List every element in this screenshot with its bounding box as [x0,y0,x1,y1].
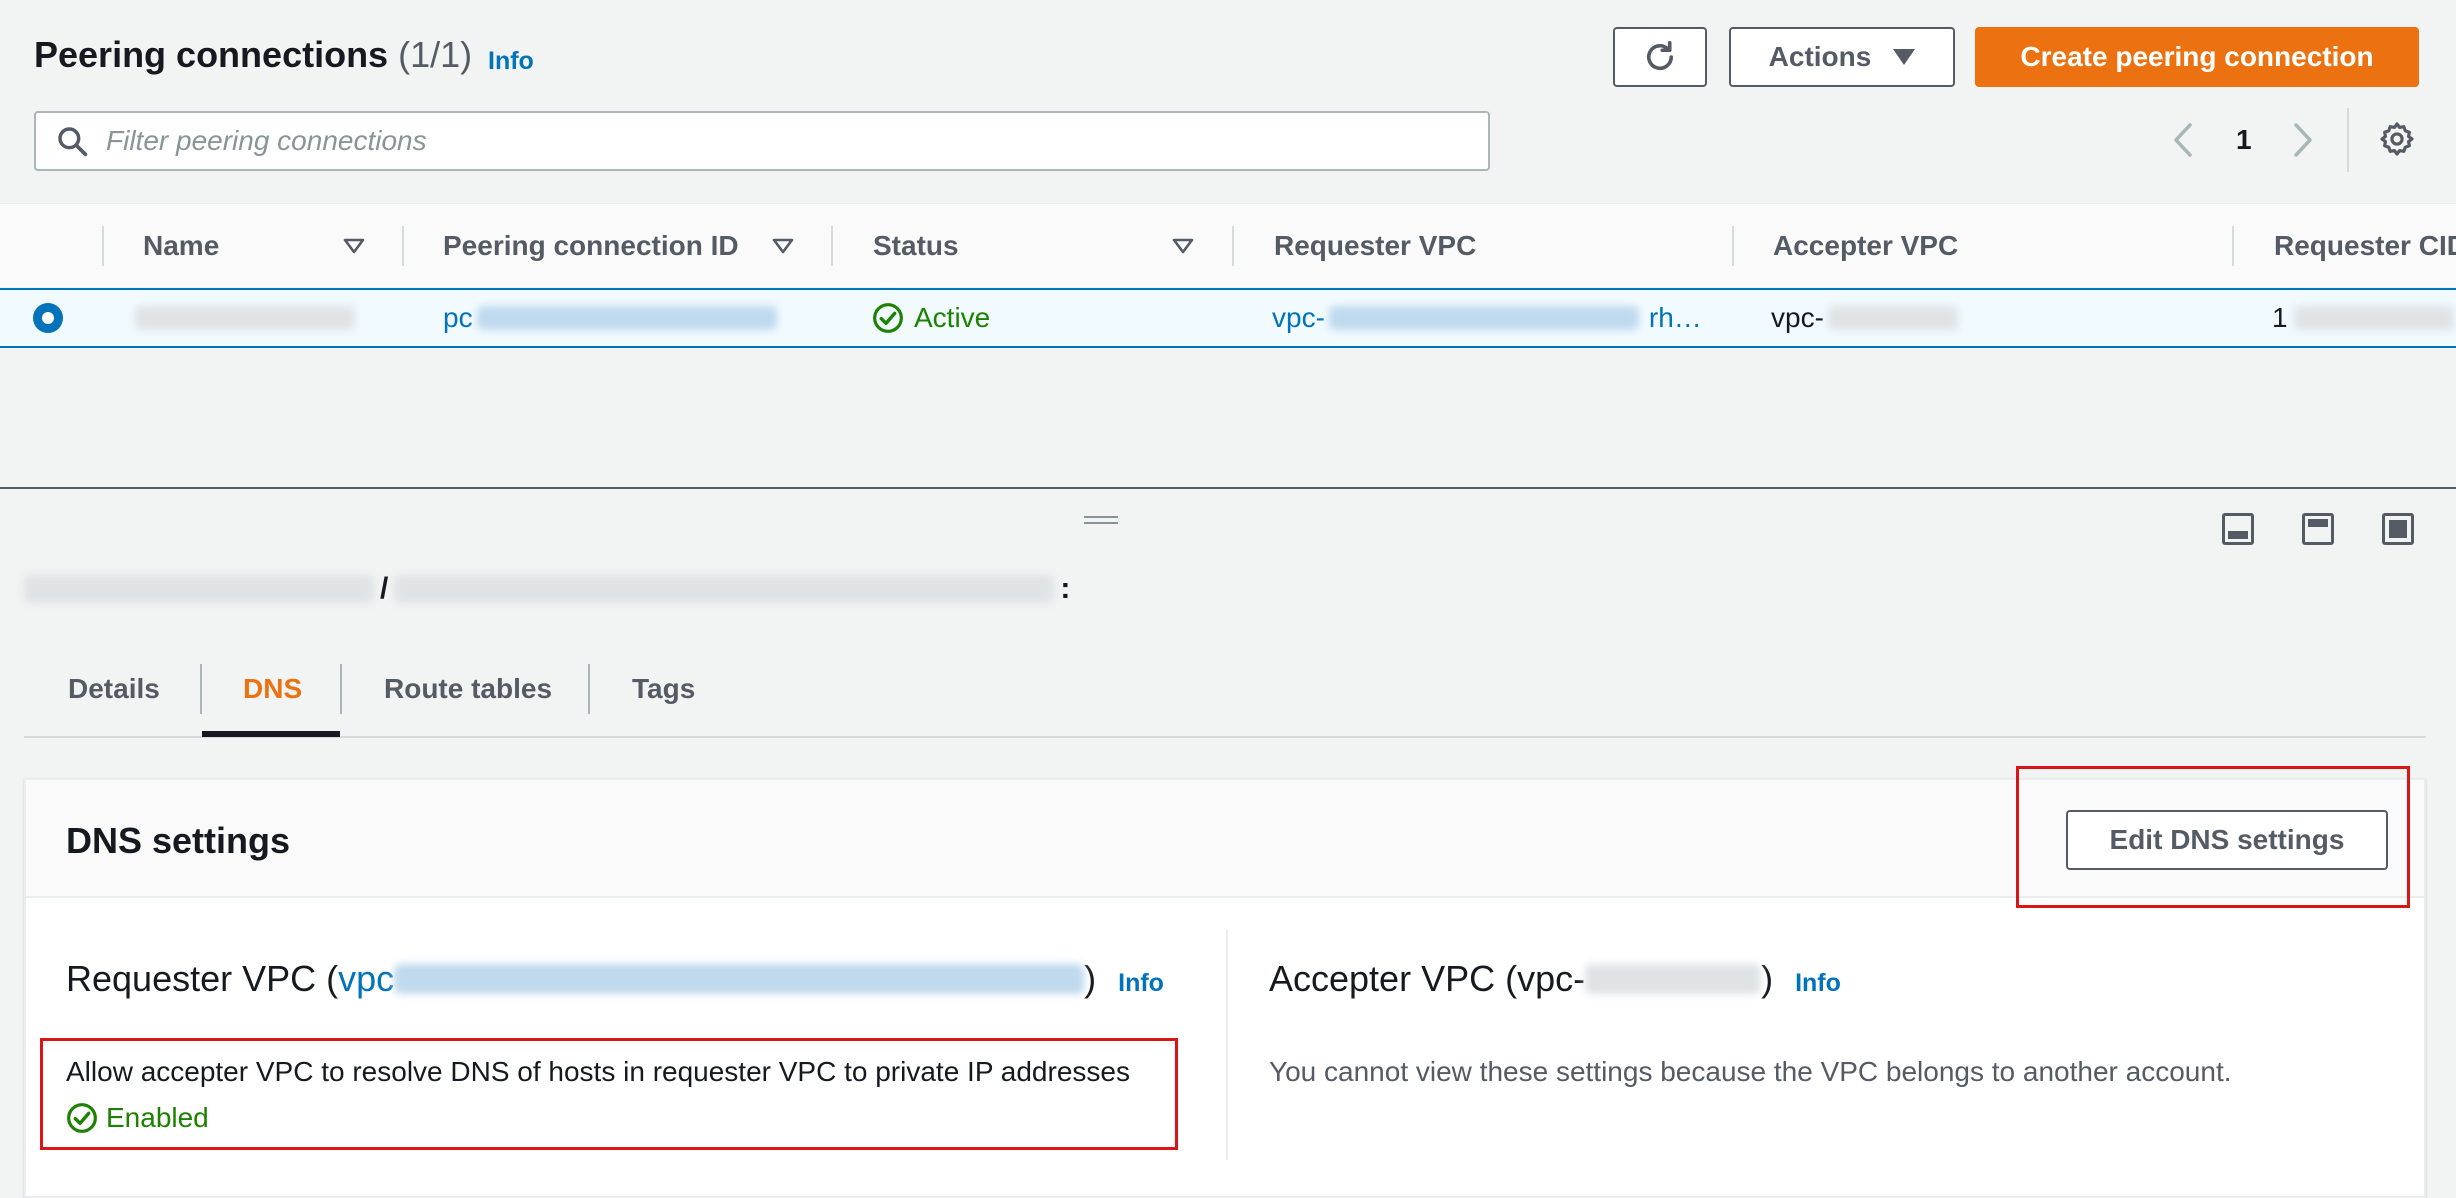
create-peering-connection-label: Create peering connection [2020,41,2374,72]
next-page-icon[interactable] [2292,122,2314,158]
redacted-accepter-vpc [1827,306,1958,330]
redacted-connection-id [24,575,374,603]
peering-id-link[interactable]: pc [443,302,473,334]
icon-fill [2389,520,2407,538]
redacted-connection-name [394,575,1055,603]
tab-tags[interactable]: Tags [632,640,695,738]
drag-handle-line [1084,522,1118,524]
search-bar [34,111,1490,171]
row-peering-id-cell[interactable]: pc [443,290,777,346]
row-requester-vpc-cell[interactable]: vpc- rh… [1272,290,1702,346]
tab-dns[interactable]: DNS [243,640,302,738]
split-panel-divider [0,487,2456,489]
highlight-box [40,1038,1178,1150]
redacted-requester-vpc [1328,306,1639,330]
row-select-radio[interactable] [33,303,63,333]
tab-route-tables[interactable]: Route tables [384,640,552,738]
column-divider [2232,226,2234,266]
detail-title-separator: / [380,572,389,605]
actions-dropdown-button[interactable]: Actions [1729,27,1955,87]
detail-title-suffix: : [1060,572,1071,605]
tab-divider [340,664,342,714]
requester-vpc-id-link[interactable]: vpc [338,958,394,1000]
requester-heading-prefix: Requester VPC ( [66,958,339,999]
accepter-info-link[interactable]: Info [1795,969,1841,998]
column-header-name[interactable]: Name [143,204,219,288]
tab-divider [588,664,590,714]
search-input[interactable] [104,124,1488,158]
redacted-requester-vpc-id [394,964,1085,994]
sort-icon[interactable] [1172,238,1194,254]
icon-fill [2228,531,2248,539]
selection-count: (1/1) [398,34,473,75]
peering-connections-panel: Peering connections (1/1) Info Actions C… [0,0,2456,488]
redacted-peering-id [476,306,777,330]
requester-info-link[interactable]: Info [1118,969,1164,998]
detail-tabs: Details DNS Route tables Tags [24,640,2426,738]
column-header-requester-vpc[interactable]: Requester VPC [1274,204,1476,288]
caret-down-icon [1893,49,1916,65]
column-divider [102,226,104,266]
requester-cidr-text: 1 [2272,302,2288,333]
tab-divider [200,664,202,714]
full-screen-icon[interactable] [2382,513,2414,545]
status-text: Active [914,302,991,333]
active-tab-underline [202,731,340,737]
info-link[interactable]: Info [488,47,534,76]
page-title: Peering connections (1/1) [34,34,472,76]
column-divider [1732,226,1734,266]
column-divider [1226,930,1228,1160]
create-peering-connection-button[interactable]: Create peering connection [1975,27,2419,87]
refresh-button[interactable] [1613,27,1707,87]
page-title-text: Peering connections [34,34,389,75]
requester-vpc-link[interactable]: vpc- [1272,302,1325,334]
redacted-accepter-vpc-id [1585,964,1762,994]
column-header-accepter-vpc[interactable]: Accepter VPC [1773,204,1958,288]
accepter-vpc-text: vpc- [1771,302,1824,333]
refresh-icon [1646,40,1674,71]
card-header: DNS settings Edit DNS settings [26,766,2424,908]
table-row[interactable]: pc Active vpc- rh… vpc- 1 [0,288,2456,348]
row-status-cell: Active [872,290,990,346]
sort-icon[interactable] [343,238,365,254]
check-circle-icon [873,303,903,333]
split-bottom-icon[interactable] [2222,513,2254,545]
highlight-box [2016,766,2410,908]
detail-title: / : [24,572,1070,606]
accepter-heading-prefix: Accepter VPC (vpc- [1269,958,1586,999]
requester-vpc-heading: Requester VPC ( vpc ) Info [66,958,1164,1000]
drag-handle-line [1084,516,1118,518]
drag-handle[interactable] [1084,516,1118,526]
sort-icon[interactable] [772,238,794,254]
icon-fill [2308,519,2328,527]
previous-page-icon[interactable] [2172,122,2194,158]
column-divider [831,226,833,266]
row-name-cell [135,290,355,346]
column-divider [402,226,404,266]
row-accepter-vpc-cell: vpc- [1771,290,1958,346]
row-requester-cidr-cell: 1 [2272,290,2454,346]
redacted-name [135,306,355,330]
column-header-peering-id[interactable]: Peering connection ID [443,204,739,288]
actions-label: Actions [1768,41,1872,72]
column-divider [1232,226,1234,266]
accepter-heading-suffix: ) [1761,958,1774,999]
pager-divider [2347,108,2349,172]
search-icon [58,127,88,157]
redacted-requester-cidr [2293,306,2454,330]
accepter-settings-message: You cannot view these settings because t… [1269,1056,2232,1087]
gear-icon[interactable] [2378,120,2416,158]
split-side-icon[interactable] [2302,513,2334,545]
table-header: Name Peering connection ID Status Reques… [0,203,2456,287]
column-header-requester-cidr[interactable]: Requester CID [2274,204,2456,288]
accepter-vpc-heading: Accepter VPC (vpc- ) Info [1269,958,1841,1000]
requester-vpc-suffix[interactable]: rh… [1649,302,1702,334]
tab-details[interactable]: Details [68,640,160,738]
column-header-status[interactable]: Status [873,204,959,288]
dns-settings-card: DNS settings Edit DNS settings Requester… [24,766,2426,1198]
card-title: DNS settings [66,820,291,861]
requester-heading-suffix: ) [1084,958,1097,999]
current-page-number[interactable]: 1 [2236,124,2252,156]
